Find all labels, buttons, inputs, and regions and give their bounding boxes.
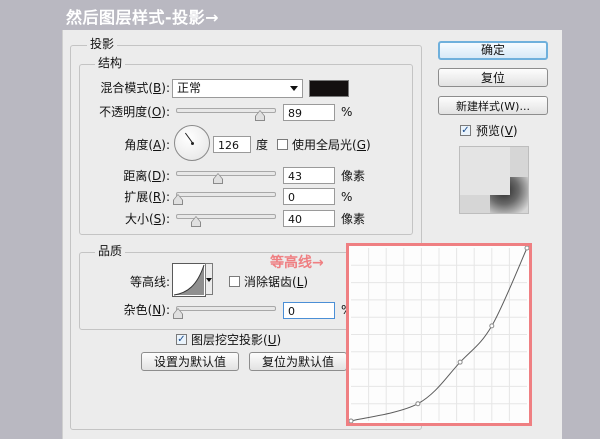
preview-label: 预览(V) — [476, 124, 518, 138]
opacity-label: 不透明度(O): — [99, 105, 170, 119]
angle-dial-needle — [184, 132, 193, 143]
blend-mode-select[interactable]: 正常 — [172, 79, 303, 98]
spread-slider-thumb[interactable] — [173, 194, 183, 206]
spread-unit: % — [341, 190, 353, 204]
contour-curve-point[interactable] — [524, 246, 529, 251]
noise-slider-thumb[interactable] — [173, 308, 183, 320]
contour-curve-point[interactable] — [489, 323, 495, 329]
drop-shadow-title: 投影 — [87, 37, 118, 51]
size-unit: 像素 — [341, 212, 366, 226]
contour-label: 等高线: — [129, 275, 170, 289]
contour-annotation-label: 等高线→ — [270, 255, 324, 271]
quality-title: 品质 — [95, 244, 126, 258]
global-light-checkbox[interactable] — [277, 139, 288, 150]
contour-picker[interactable] — [172, 263, 206, 297]
reset-button[interactable]: 复位 — [438, 68, 548, 87]
spread-label: 扩展(R): — [124, 190, 170, 204]
distance-slider-track[interactable] — [176, 171, 276, 176]
preview-square — [460, 147, 510, 195]
structure-title: 结构 — [95, 56, 126, 70]
opacity-unit: % — [341, 105, 353, 119]
contour-curve-point[interactable] — [415, 401, 421, 407]
distance-unit: 像素 — [341, 169, 366, 183]
angle-unit: 度 — [256, 138, 269, 152]
size-slider-thumb[interactable] — [191, 216, 201, 228]
angle-label: 角度(A): — [124, 138, 170, 152]
set-default-button[interactable]: 设置为默认值 — [141, 352, 239, 371]
contour-dropdown-button[interactable] — [205, 263, 213, 295]
noise-input[interactable]: 0 — [283, 302, 335, 319]
contour-curve-point[interactable] — [457, 359, 463, 365]
noise-slider-track[interactable] — [176, 306, 276, 311]
reset-default-button[interactable]: 复位为默认值 — [249, 352, 347, 371]
anti-alias-checkbox[interactable] — [229, 276, 240, 287]
opacity-input[interactable]: 89 — [283, 104, 335, 121]
noise-label: 杂色(N): — [123, 303, 170, 317]
ok-button[interactable]: 确定 — [438, 41, 548, 60]
chevron-down-icon — [206, 278, 212, 282]
global-light-label: 使用全局光(G) — [292, 138, 371, 152]
size-input[interactable]: 40 — [283, 210, 335, 227]
contour-curve-zoom — [346, 243, 532, 426]
knockout-checkbox[interactable]: ✓ — [176, 334, 187, 345]
tutorial-heading: 然后图层样式-投影→ — [66, 8, 220, 27]
new-style-button[interactable]: 新建样式(W)... — [438, 96, 548, 115]
shadow-color-swatch[interactable] — [309, 80, 349, 97]
contour-curve-graph — [349, 246, 529, 423]
distance-input[interactable]: 43 — [283, 167, 335, 184]
size-label: 大小(S): — [124, 212, 170, 226]
spread-slider-track[interactable] — [176, 192, 276, 197]
contour-curve-icon — [173, 264, 205, 296]
distance-slider-thumb[interactable] — [213, 173, 223, 185]
knockout-label: 图层挖空投影(U) — [191, 333, 282, 347]
angle-input[interactable]: 126 — [213, 136, 251, 153]
blend-mode-value: 正常 — [177, 81, 202, 95]
distance-label: 距离(D): — [123, 169, 170, 183]
angle-dial[interactable] — [174, 125, 210, 161]
preview-checkbox[interactable]: ✓ — [460, 125, 471, 136]
preview-thumbnail — [459, 146, 529, 214]
blend-mode-label: 混合模式(B): — [100, 81, 170, 95]
contour-curve-point[interactable] — [349, 418, 354, 423]
spread-input[interactable]: 0 — [283, 188, 335, 205]
anti-alias-label: 消除锯齿(L) — [244, 275, 309, 289]
dropdown-arrow-icon — [290, 86, 298, 91]
opacity-slider-thumb[interactable] — [255, 110, 265, 122]
